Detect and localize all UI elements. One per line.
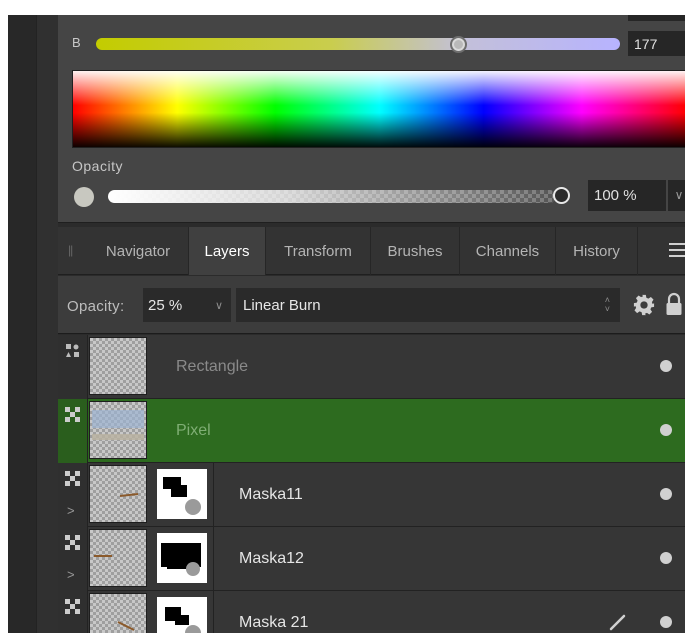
gear-icon[interactable]: [633, 294, 655, 316]
tab-label: Brushes: [387, 243, 443, 260]
pixel-thumbnail-content: [92, 410, 144, 440]
blend-mode-select[interactable]: Linear Burn ˄ ˅: [236, 288, 620, 322]
layer-options-bar: Opacity: 25 % ∨ Linear Burn ˄ ˅: [58, 276, 693, 334]
chevron-right-icon[interactable]: >: [67, 503, 75, 518]
layer-row-gutter: [58, 399, 88, 463]
layer-row-gutter: >: [58, 463, 88, 527]
layer-thumbnail[interactable]: [89, 337, 147, 395]
layer-row-pixel[interactable]: Pixel: [58, 399, 693, 463]
b-channel-slider-knob[interactable]: [449, 36, 467, 53]
layer-name: Maska11: [239, 486, 303, 503]
layer-row-maska12[interactable]: > Maska12: [58, 527, 693, 591]
layer-visibility-toggle[interactable]: [660, 360, 672, 372]
panel-top-field: [628, 15, 690, 21]
pixel-layer-icon[interactable]: [65, 471, 80, 486]
lock-icon[interactable]: [665, 292, 683, 316]
current-color-swatch[interactable]: [74, 187, 94, 207]
color-panel: B 177 Opacity 100 % ∨: [58, 15, 693, 223]
mask-thumbnail[interactable]: [157, 469, 207, 519]
mask-thumbnail-content: [161, 543, 201, 576]
chevron-right-icon[interactable]: >: [67, 567, 75, 582]
chevron-down-icon: ∨: [214, 300, 224, 312]
layer-opacity-label: Opacity:: [67, 298, 125, 315]
layer-opacity-field[interactable]: 25 %: [143, 288, 207, 322]
chevron-down-icon: ∨: [674, 188, 684, 202]
pixel-layer-icon[interactable]: [65, 599, 80, 614]
window-edge: [685, 0, 693, 633]
tab-navigator[interactable]: Navigator: [88, 227, 189, 275]
layer-mask-cell: [149, 463, 214, 527]
shape-layer-icon[interactable]: [65, 343, 80, 358]
pixel-layer-icon[interactable]: [65, 407, 80, 422]
color-opacity-slider[interactable]: [108, 190, 556, 203]
pixel-layer-icon[interactable]: [65, 535, 80, 550]
layer-visibility-toggle[interactable]: [660, 488, 672, 500]
layer-thumbnail[interactable]: [89, 401, 147, 459]
layer-thumbnail[interactable]: [89, 593, 147, 633]
tab-label: Layers: [204, 243, 250, 260]
b-channel-label: B: [72, 35, 81, 50]
b-channel-value-field[interactable]: 177: [628, 31, 690, 56]
tab-channels[interactable]: Channels: [460, 227, 556, 275]
app-frame: B 177 Opacity 100 % ∨ || Navigator Layer…: [8, 15, 693, 633]
tab-label: History: [573, 243, 620, 260]
b-channel-slider[interactable]: [96, 38, 620, 50]
layer-name: Maska 21: [239, 614, 309, 631]
layer-mask-cell: [149, 527, 214, 591]
pixel-thumbnail-content: [117, 621, 135, 631]
mask-thumbnail-content: [163, 477, 201, 515]
layer-visibility-toggle[interactable]: [660, 552, 672, 564]
layer-visibility-toggle[interactable]: [660, 424, 672, 436]
layer-opacity-dropdown-button[interactable]: ∨: [207, 288, 231, 322]
color-opacity-value-field[interactable]: 100 %: [588, 180, 666, 211]
tab-label: Navigator: [105, 243, 171, 260]
color-opacity-label: Opacity: [72, 158, 123, 174]
tab-brushes[interactable]: Brushes: [371, 227, 460, 275]
tab-layers[interactable]: Layers: [189, 227, 266, 275]
tab-history[interactable]: History: [556, 227, 638, 275]
layer-name: Maska12: [239, 550, 304, 567]
pixel-thumbnail-content: [94, 555, 112, 557]
layer-thumbnail[interactable]: [89, 465, 147, 523]
updown-arrows-icon: ˄ ˅: [604, 295, 610, 314]
layer-thumbnail[interactable]: [89, 529, 147, 587]
tab-label: Transform: [284, 243, 352, 260]
layer-row-gutter: >: [58, 527, 88, 591]
mask-thumbnail-content: [165, 607, 201, 633]
left-panel-strip: [36, 15, 58, 633]
color-spectrum-picker[interactable]: [72, 70, 687, 148]
left-toolbar-strip: [8, 15, 36, 633]
drag-grip-icon[interactable]: ||: [68, 243, 73, 257]
tab-label: Channels: [475, 243, 540, 260]
mask-thumbnail[interactable]: [157, 533, 207, 583]
layer-visibility-toggle[interactable]: [660, 616, 672, 628]
layer-row-rectangle[interactable]: Rectangle: [58, 335, 693, 399]
layer-name: Rectangle: [176, 358, 249, 375]
mask-thumbnail[interactable]: [157, 597, 207, 633]
brush-icon[interactable]: [608, 612, 628, 632]
blend-mode-value: Linear Burn: [243, 297, 321, 314]
layer-mask-cell: [149, 591, 214, 633]
layer-row-gutter: >: [58, 591, 88, 633]
panel-tab-bar: || Navigator Layers Transform Brushes Ch…: [58, 227, 693, 275]
layers-list: Rectangle Pixel > Maska11 > Maska12 Mask…: [58, 335, 693, 633]
layer-row-maska-21[interactable]: > Maska 21: [58, 591, 693, 633]
pixel-thumbnail-content: [119, 493, 139, 497]
tab-transform[interactable]: Transform: [266, 227, 371, 275]
color-opacity-slider-knob[interactable]: [553, 187, 570, 204]
layer-row-maska11[interactable]: > Maska11: [58, 463, 693, 527]
layer-name: Pixel: [176, 422, 211, 439]
layer-row-gutter: [58, 335, 88, 399]
